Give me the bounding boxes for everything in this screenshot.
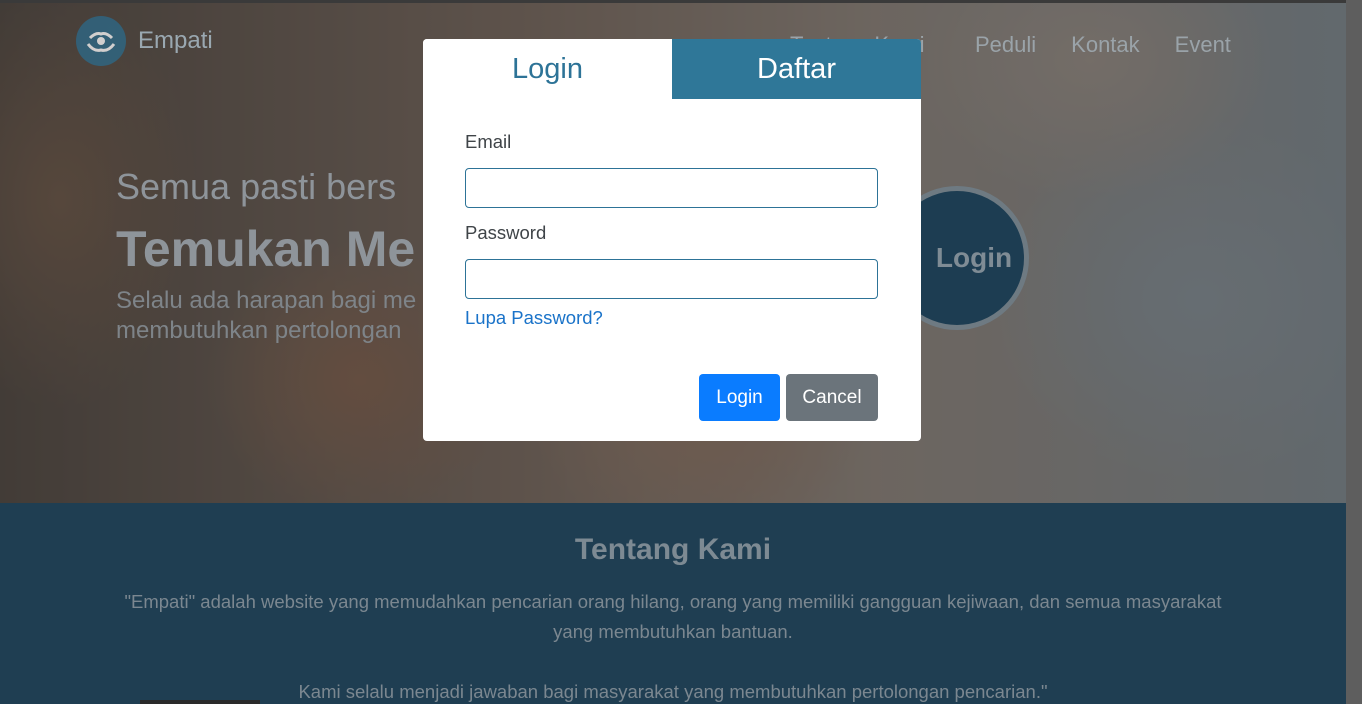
email-label: Email <box>465 131 512 152</box>
nav-item-peduli[interactable]: Peduli <box>975 32 1036 58</box>
email-field[interactable] <box>465 168 878 208</box>
about-title: Tentang Kami <box>574 533 772 566</box>
password-field[interactable] <box>465 259 878 299</box>
helping-hands-icon <box>76 16 126 66</box>
tab-login[interactable]: Login <box>423 39 672 99</box>
about-section: Tentang Kami "Empati" adalah website yan… <box>0 503 1346 704</box>
tab-register[interactable]: Daftar <box>672 39 921 99</box>
bottom-edge <box>140 700 260 704</box>
cancel-button[interactable]: Cancel <box>786 374 878 421</box>
modal-actions: Login Cancel <box>699 374 878 421</box>
hero-subtitle: Semua pasti bers <box>116 166 397 207</box>
nav-item-kontak[interactable]: Kontak <box>1071 32 1140 58</box>
about-paragraph-1: "Empati" adalah website yang memudahkan … <box>124 591 1222 642</box>
hero-title: Temukan Me <box>116 221 416 277</box>
login-button[interactable]: Login <box>699 374 780 421</box>
brand-name: Empati <box>138 27 213 54</box>
top-edge <box>0 0 1346 3</box>
scrollbar[interactable] <box>1346 0 1362 704</box>
password-label: Password <box>465 222 547 243</box>
nav-item-event[interactable]: Event <box>1175 32 1231 58</box>
login-form: Email Password Lupa Password? <box>465 131 878 329</box>
forgot-password-link[interactable]: Lupa Password? <box>465 307 603 329</box>
brand-logo[interactable]: Empati <box>76 16 213 66</box>
login-modal: Login Daftar Email Password Lupa Passwor… <box>423 39 921 441</box>
modal-tabs: Login Daftar <box>423 39 921 99</box>
hero-description: Selalu ada harapan bagi me membutuhkan p… <box>116 287 417 344</box>
hero-login-label: Login <box>935 242 1013 273</box>
